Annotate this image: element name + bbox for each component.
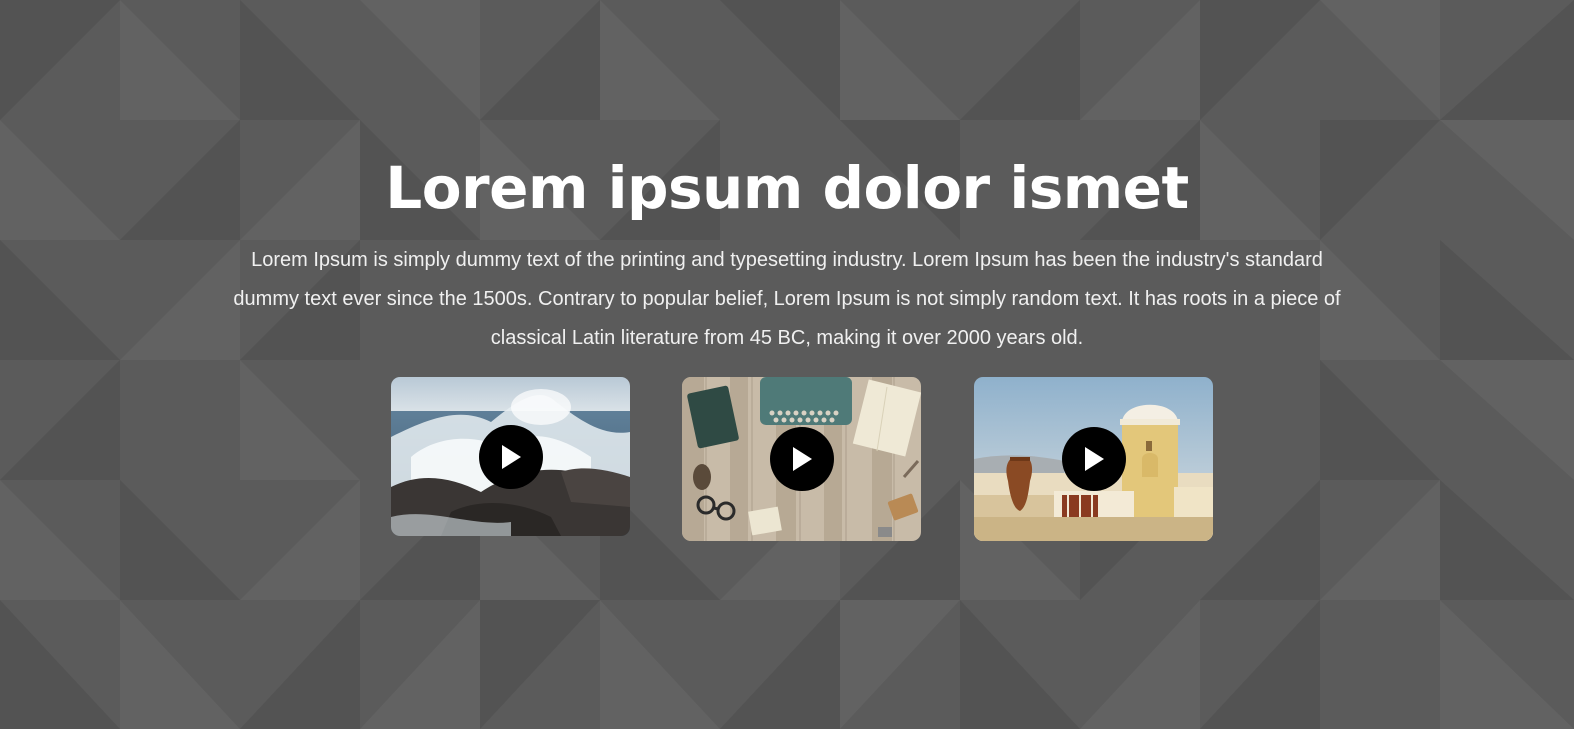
video-card-3[interactable] xyxy=(974,377,1213,541)
play-button[interactable] xyxy=(769,427,834,491)
hero-title: Lorem ipsum dolor ismet xyxy=(385,154,1189,222)
play-icon xyxy=(1084,447,1104,471)
video-card-1[interactable] xyxy=(391,377,630,536)
play-icon xyxy=(792,447,812,471)
video-card-2[interactable] xyxy=(682,377,921,541)
hero-description: Lorem Ipsum is simply dummy text of the … xyxy=(233,249,1341,349)
play-button[interactable] xyxy=(1061,427,1126,491)
play-button[interactable] xyxy=(478,424,543,489)
play-icon xyxy=(501,444,521,469)
background-pattern xyxy=(0,0,1574,729)
